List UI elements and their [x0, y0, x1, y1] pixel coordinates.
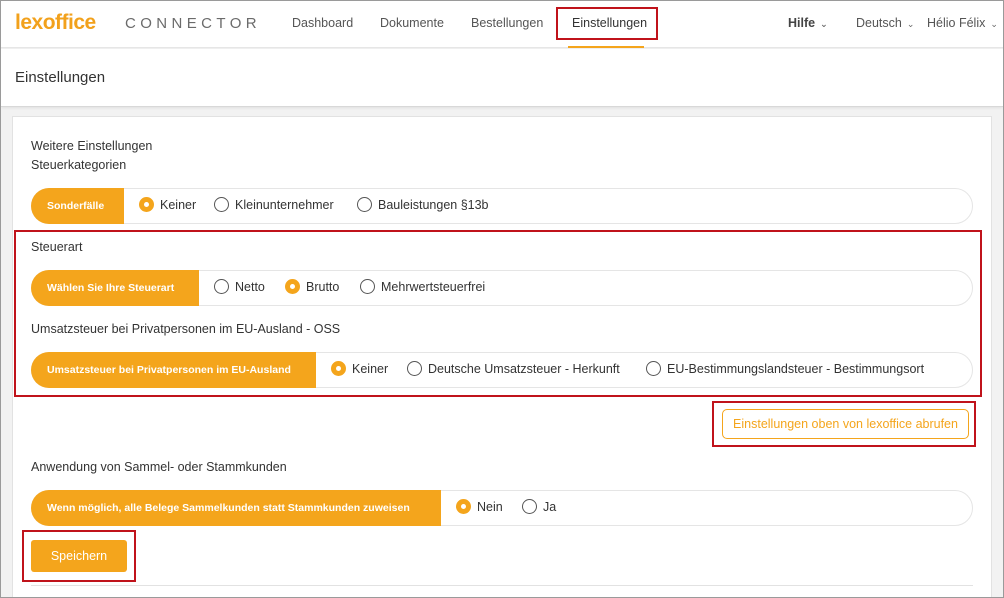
page-header: Einstellungen — [1, 49, 1003, 107]
customers-pill: Wenn möglich, alle Belege Sammelkunden s… — [31, 490, 441, 526]
customers-heading: Anwendung von Sammel- oder Stammkunden — [31, 460, 287, 474]
special-cases-pill: Sonderfälle — [31, 188, 124, 224]
user-name: Hélio Félix — [927, 16, 986, 30]
further-settings-heading: Weitere Einstellungen — [31, 139, 153, 153]
nav-dashboard[interactable]: Dashboard — [292, 16, 353, 30]
language-label: Deutsch — [856, 16, 902, 30]
page-title: Einstellungen — [15, 69, 106, 86]
divider — [31, 585, 973, 586]
chevron-down-icon: ⌄ — [906, 19, 915, 29]
connector-wordmark: CONNECTOR — [125, 15, 261, 32]
lexoffice-logo[interactable]: lexoffice — [15, 11, 96, 35]
radio-ja[interactable]: Ja — [522, 499, 556, 514]
chevron-down-icon: ⌄ — [820, 19, 828, 29]
tax-categories-heading: Steuerkategorien — [31, 158, 127, 172]
highlight-nav-einstellungen — [556, 7, 658, 40]
customers-row: Wenn möglich, alle Belege Sammelkunden s… — [31, 490, 973, 526]
radio-label: Bauleistungen §13b — [378, 197, 489, 212]
radio-label: Ja — [543, 499, 557, 514]
radio-keiner[interactable]: Keiner — [139, 197, 196, 212]
top-navbar: lexoffice CONNECTOR Dashboard Dokumente … — [1, 1, 1003, 48]
highlight-fetch-button — [712, 401, 976, 447]
radio-label: Nein — [477, 499, 503, 514]
help-label: Hilfe — [788, 16, 816, 30]
radio-unchecked-icon[interactable] — [214, 197, 229, 212]
radio-nein[interactable]: Nein — [456, 499, 503, 514]
radio-label: Keiner — [160, 197, 197, 212]
radio-checked-icon[interactable] — [139, 197, 154, 212]
special-cases-row: Sonderfälle Keiner Kleinunternehmer Baul… — [31, 188, 973, 224]
radio-unchecked-icon[interactable] — [522, 499, 537, 514]
radio-kleinunternehmer[interactable]: Kleinunternehmer — [214, 197, 334, 212]
help-menu[interactable]: Hilfe ⌄ — [788, 16, 828, 30]
radio-bauleistungen[interactable]: Bauleistungen §13b — [357, 197, 489, 212]
radio-checked-icon[interactable] — [456, 499, 471, 514]
highlight-save-button — [22, 530, 136, 582]
highlight-tax-sections — [14, 230, 982, 397]
user-menu[interactable]: Hélio Félix ⌄ — [927, 16, 998, 30]
language-menu[interactable]: Deutsch ⌄ — [856, 16, 914, 30]
app-window: lexoffice CONNECTOR Dashboard Dokumente … — [0, 0, 1004, 598]
radio-label: Kleinunternehmer — [235, 197, 334, 212]
nav-dokumente[interactable]: Dokumente — [380, 16, 444, 30]
nav-bestellungen[interactable]: Bestellungen — [471, 16, 543, 30]
radio-unchecked-icon[interactable] — [357, 197, 372, 212]
chevron-down-icon: ⌄ — [990, 19, 998, 29]
